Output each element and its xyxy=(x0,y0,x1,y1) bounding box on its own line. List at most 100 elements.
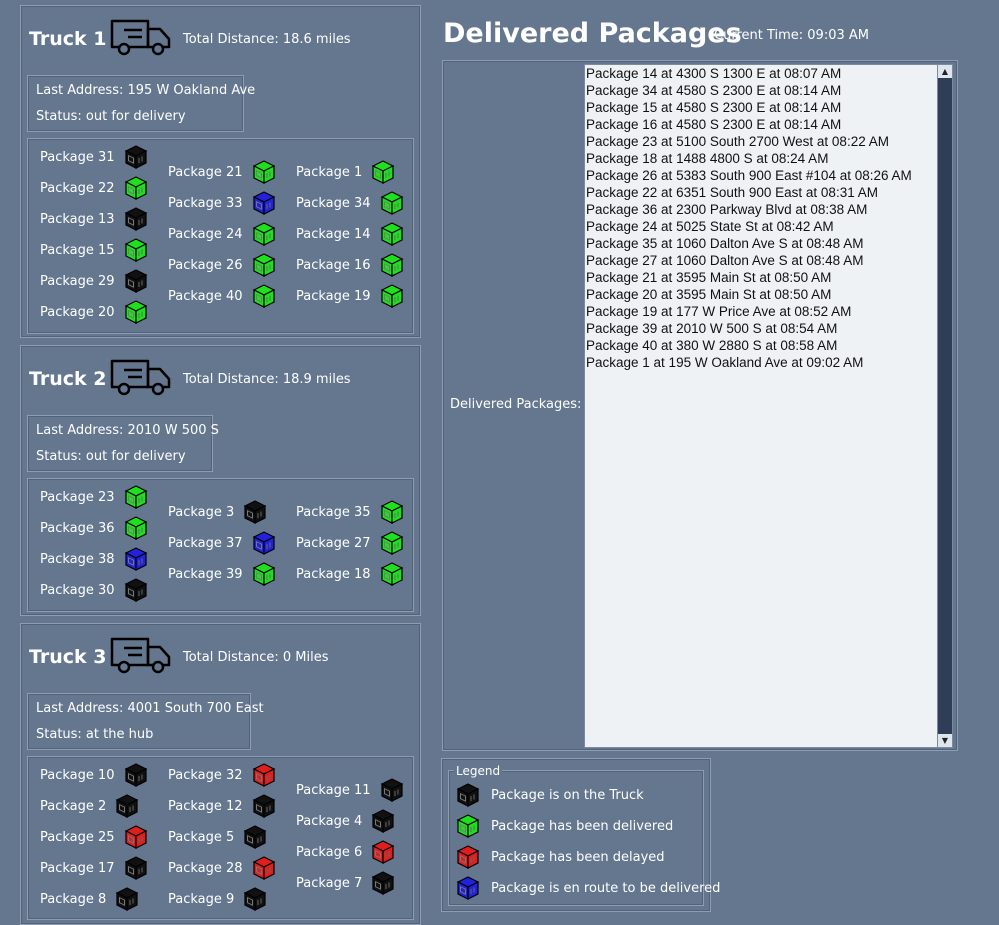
legend-item: Package is on the Truck xyxy=(455,782,644,808)
package-box-icon xyxy=(455,813,481,839)
package-box-icon xyxy=(379,777,405,803)
delivered-list-item[interactable]: Package 15 at 4580 S 2300 E at 08:14 AM xyxy=(585,99,939,116)
delivered-list-item[interactable]: Package 18 at 1488 4800 S at 08:24 AM xyxy=(585,150,939,167)
truck-distance-3: Total Distance: 0 Miles xyxy=(183,650,329,665)
package-box-icon xyxy=(251,252,277,278)
delivered-list-item[interactable]: Package 20 at 3595 Main St at 08:50 AM xyxy=(585,286,939,303)
delivered-list-item[interactable]: Package 14 at 4300 S 1300 E at 08:07 AM xyxy=(585,65,939,82)
package-item: Package 36 xyxy=(40,514,149,542)
delivered-list-item[interactable]: Package 27 at 1060 Dalton Ave S at 08:48… xyxy=(585,252,939,269)
package-box-icon xyxy=(379,561,405,587)
last-address-1: Last Address: 195 W Oakland Ave xyxy=(36,83,256,98)
package-box-icon xyxy=(251,221,277,247)
package-box-icon xyxy=(251,530,277,556)
delivered-list-item[interactable]: Package 24 at 5025 State St at 08:42 AM xyxy=(585,218,939,235)
package-label: Package 23 xyxy=(40,489,115,505)
package-item: Package 18 xyxy=(296,560,405,588)
package-box-icon xyxy=(123,144,149,170)
truck-info-box-1: Last Address: 195 W Oakland Ave Status: … xyxy=(27,75,255,132)
package-item: Package 2 xyxy=(40,792,140,820)
delivered-list-item[interactable]: Package 26 at 5383 South 900 East #104 a… xyxy=(585,167,939,184)
package-label: Package 32 xyxy=(168,767,243,783)
package-item: Package 8 xyxy=(40,885,140,913)
truck-status-1: Status: out for delivery xyxy=(36,109,186,124)
package-box-icon xyxy=(123,546,149,572)
last-address-2: Last Address: 2010 W 500 S xyxy=(36,423,219,438)
legend-label: Package is on the Truck xyxy=(491,787,644,803)
package-item: Package 29 xyxy=(40,267,149,295)
package-box-icon xyxy=(379,530,405,556)
package-box-icon xyxy=(123,577,149,603)
package-box-icon xyxy=(123,855,149,881)
scrollbar[interactable]: ▲ ▼ xyxy=(937,64,953,748)
truck-status-3: Status: at the hub xyxy=(36,727,154,742)
package-item: Package 10 xyxy=(40,761,149,789)
package-item: Package 33 xyxy=(168,189,277,217)
delivered-list-item[interactable]: Package 34 at 4580 S 2300 E at 08:14 AM xyxy=(585,82,939,99)
package-label: Package 18 xyxy=(296,566,371,582)
delivered-list[interactable]: Package 14 at 4300 S 1300 E at 08:07 AM P… xyxy=(584,64,940,748)
delivered-list-item[interactable]: Package 35 at 1060 Dalton Ave S at 08:48… xyxy=(585,235,939,252)
package-label: Package 16 xyxy=(296,257,371,273)
package-item: Package 23 xyxy=(40,483,149,511)
delivered-list-item[interactable]: Package 16 at 4580 S 2300 E at 08:14 AM xyxy=(585,116,939,133)
package-label: Package 38 xyxy=(40,551,115,567)
package-box-icon xyxy=(379,221,405,247)
package-item: Package 38 xyxy=(40,545,149,573)
package-item: Package 37 xyxy=(168,529,277,557)
package-label: Package 9 xyxy=(168,891,235,907)
package-label: Package 37 xyxy=(168,535,243,551)
package-item: Package 22 xyxy=(40,174,149,202)
package-label: Package 22 xyxy=(40,180,115,196)
truck-title-1: Truck 1 xyxy=(29,28,107,50)
package-label: Package 8 xyxy=(40,891,107,907)
package-label: Package 12 xyxy=(168,798,243,814)
package-item: Package 24 xyxy=(168,220,277,248)
truck-title-2: Truck 2 xyxy=(29,368,107,390)
delivered-list-item[interactable]: Package 36 at 2300 Parkway Blvd at 08:38… xyxy=(585,201,939,218)
delivered-list-item[interactable]: Package 22 at 6351 South 900 East at 08:… xyxy=(585,184,939,201)
delivered-list-item[interactable]: Package 39 at 2010 W 500 S at 08:54 AM xyxy=(585,320,939,337)
package-item: Package 27 xyxy=(296,529,405,557)
package-label: Package 7 xyxy=(296,875,363,891)
package-box-icon xyxy=(251,561,277,587)
package-label: Package 6 xyxy=(296,844,363,860)
truck-status-2: Status: out for delivery xyxy=(36,449,186,464)
package-item: Package 4 xyxy=(296,807,396,835)
truck-icon xyxy=(110,635,172,679)
delivered-list-item[interactable]: Package 40 at 380 W 2880 S at 08:58 AM xyxy=(585,337,939,354)
delivered-list-item[interactable]: Package 19 at 177 W Price Ave at 08:52 A… xyxy=(585,303,939,320)
package-box-icon xyxy=(123,268,149,294)
legend-item: Package has been delivered xyxy=(455,813,673,839)
legend-item: Package is en route to be delivered xyxy=(455,875,720,901)
package-item: Package 19 xyxy=(296,282,405,310)
package-label: Package 34 xyxy=(296,195,371,211)
legend-label: Package has been delayed xyxy=(491,849,665,865)
delivered-list-item[interactable]: Package 21 at 3595 Main St at 08:50 AM xyxy=(585,269,939,286)
delivered-list-item[interactable]: Package 1 at 195 W Oakland Ave at 09:02 … xyxy=(585,354,939,371)
package-box-icon xyxy=(379,283,405,309)
package-label: Package 13 xyxy=(40,211,115,227)
scroll-up-button[interactable]: ▲ xyxy=(938,65,952,78)
package-label: Package 10 xyxy=(40,767,115,783)
package-item: Package 7 xyxy=(296,869,396,897)
package-box-icon xyxy=(370,839,396,865)
package-item: Package 12 xyxy=(168,792,277,820)
delivered-list-item[interactable]: Package 23 at 5100 South 2700 West at 08… xyxy=(585,133,939,150)
package-item: Package 40 xyxy=(168,282,277,310)
package-label: Package 2 xyxy=(40,798,107,814)
package-label: Package 17 xyxy=(40,860,115,876)
package-item: Package 25 xyxy=(40,823,149,851)
package-box-icon xyxy=(251,159,277,185)
package-box-icon xyxy=(370,159,396,185)
package-item: Package 32 xyxy=(168,761,277,789)
truck-info-box-2: Last Address: 2010 W 500 S Status: out f… xyxy=(27,415,219,472)
package-item: Package 16 xyxy=(296,251,405,279)
package-box-icon xyxy=(123,206,149,232)
scroll-down-button[interactable]: ▼ xyxy=(938,734,952,747)
package-box-icon xyxy=(114,886,140,912)
current-time: Current Time: 09:03 AM xyxy=(714,28,869,43)
package-box-icon xyxy=(251,762,277,788)
legend-item: Package has been delayed xyxy=(455,844,665,870)
package-box-icon xyxy=(455,782,481,808)
